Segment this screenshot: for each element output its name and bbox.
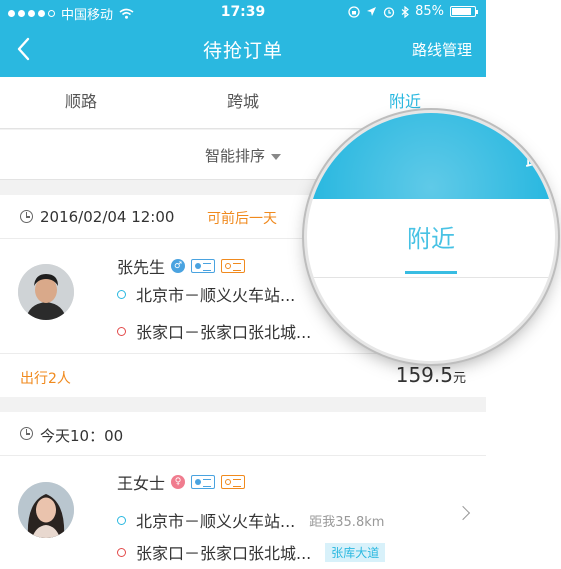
magnifier-lens: 路 附近 — [307, 113, 555, 361]
avatar-male-image — [18, 264, 74, 320]
order-time: 今天10：00 — [40, 427, 124, 445]
distance-label: 距我35.8km — [309, 514, 385, 530]
order-card[interactable]: 今天10：00 王女士 ♀ 北京市－顺义火车站... 距我35.8km 张家口－… — [0, 412, 486, 569]
origin-row: 北京市－顺义火车站... 距我35.8km — [117, 508, 384, 532]
rotation-lock-icon — [348, 5, 360, 18]
clock-icon — [20, 210, 33, 223]
origin-dot-icon — [117, 289, 126, 299]
order-header: 今天10：00 — [0, 412, 486, 456]
id-verified-icon — [191, 475, 216, 489]
destination-address: 张家口－张家口张北城... — [136, 544, 312, 563]
battery-icon — [450, 6, 478, 17]
price-unit: 元 — [452, 371, 466, 386]
status-bar: 中国移动 17:39 85% — [0, 0, 486, 24]
battery-fill — [452, 8, 471, 15]
sort-label: 智能排序 — [204, 147, 265, 165]
avatar — [18, 264, 74, 320]
bluetooth-icon — [401, 5, 410, 18]
id-verified-icon — [191, 259, 216, 273]
order-price: 159.5元 — [396, 363, 466, 387]
origin-row: 北京市－顺义火车站... — [117, 282, 295, 306]
top-bar: 中国移动 17:39 85% 待抢订单 路线管理 — [0, 0, 486, 77]
driver-license-icon — [221, 259, 246, 273]
passenger-info: 张先生 ♂ — [117, 254, 246, 278]
chevron-right-icon[interactable] — [455, 505, 471, 521]
avatar — [18, 482, 74, 538]
destination-dot-icon — [117, 326, 126, 336]
battery-percent: 85% — [415, 4, 444, 19]
clock-icon — [20, 427, 33, 440]
origin-address: 北京市－顺义火车站... — [136, 286, 296, 305]
order-time: 2016/02/04 12:00 — [40, 208, 175, 226]
passenger-name: 张先生 — [117, 258, 166, 277]
lens-gloss — [307, 113, 555, 361]
status-right: 85% — [348, 4, 478, 19]
route-tag: 张库大道 — [325, 542, 386, 562]
passenger-name: 王女士 — [117, 474, 166, 493]
origin-address: 北京市－顺义火车站... — [136, 512, 296, 531]
male-icon: ♂ — [171, 259, 186, 273]
destination-dot-icon — [117, 547, 126, 557]
route-manage-button[interactable]: 路线管理 — [412, 39, 472, 60]
passenger-count: 出行2人 — [20, 371, 71, 387]
avatar-female-image — [18, 482, 74, 538]
passenger-info: 王女士 ♀ — [117, 470, 246, 494]
nav-bar: 待抢订单 路线管理 — [0, 24, 486, 77]
tab-kuacheng[interactable]: 跨城 — [162, 77, 324, 128]
caret-down-icon — [271, 153, 281, 160]
alarm-icon — [383, 6, 395, 18]
driver-license-icon — [221, 475, 246, 489]
destination-row: 张家口－张家口张北城... 张库大道 — [117, 540, 386, 564]
flexible-date: 可前后一天 — [207, 211, 277, 227]
tab-shunlu[interactable]: 顺路 — [0, 77, 162, 128]
destination-address: 张家口－张家口张北城... — [136, 323, 312, 342]
location-icon — [367, 7, 377, 16]
origin-dot-icon — [117, 515, 126, 525]
destination-row: 张家口－张家口张北城... — [117, 319, 311, 343]
female-icon: ♀ — [171, 475, 186, 489]
price-value: 159.5 — [395, 363, 453, 387]
